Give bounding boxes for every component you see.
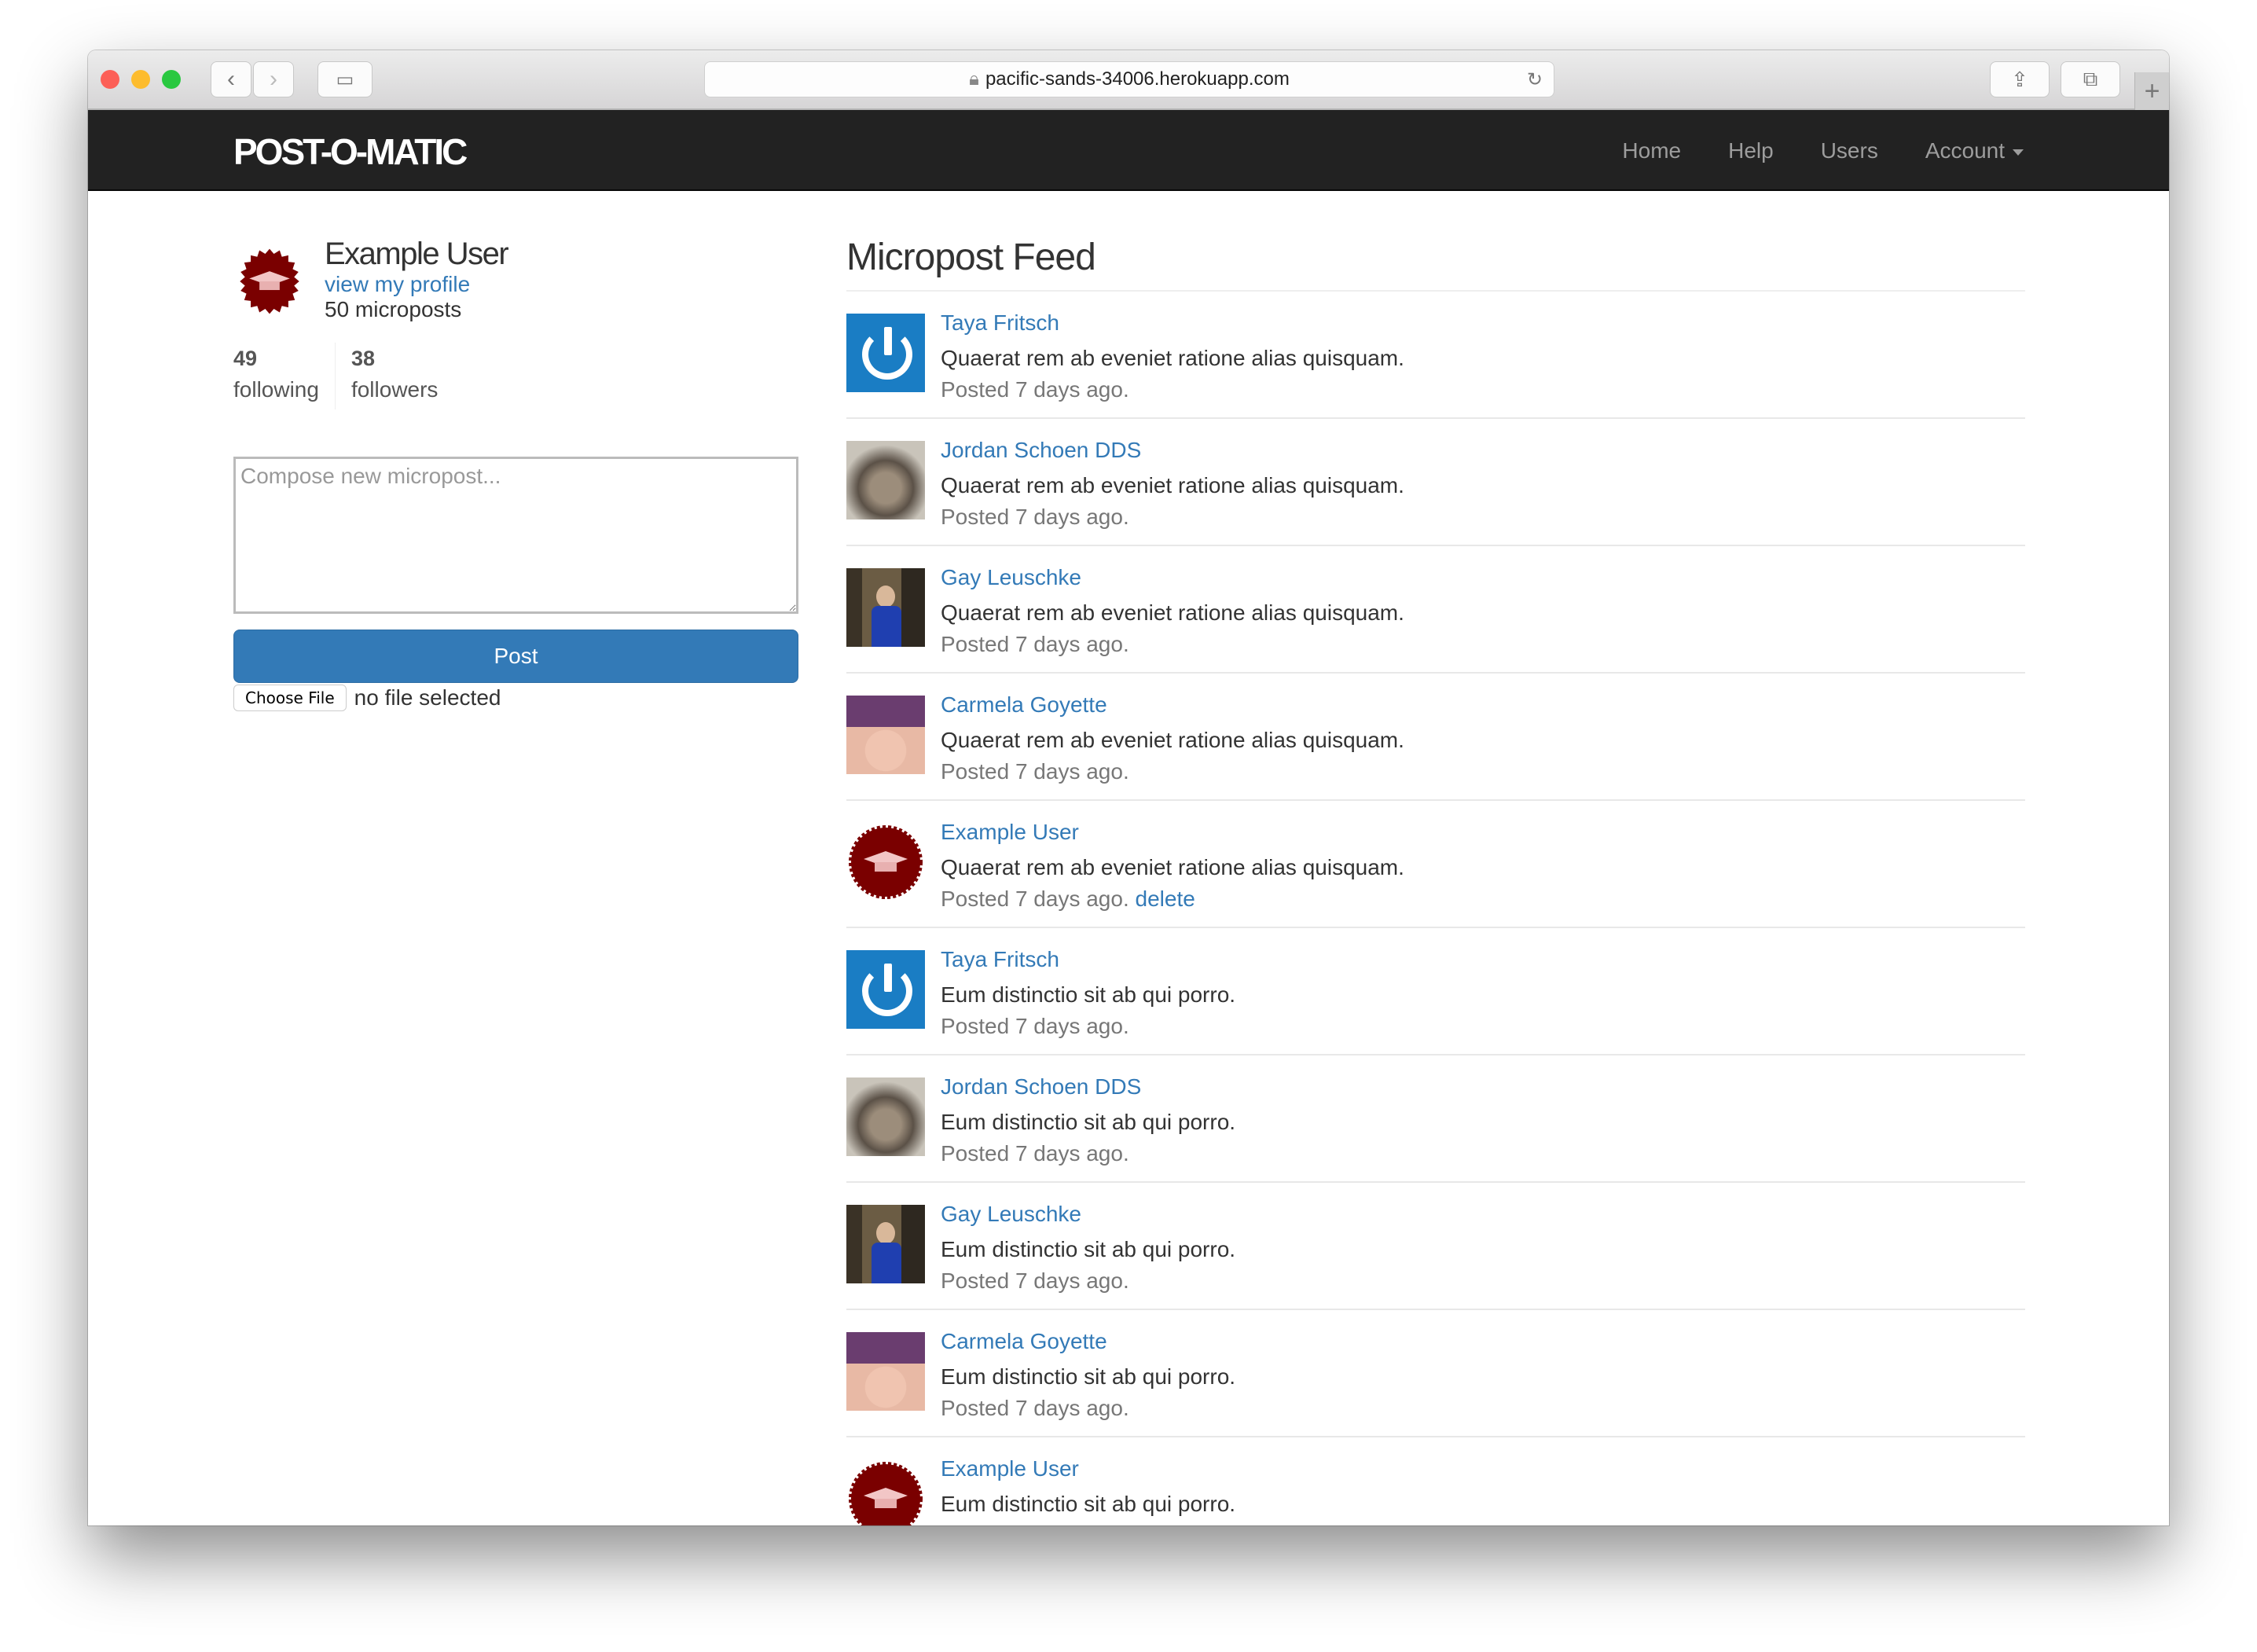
- close-window-icon[interactable]: [101, 70, 119, 89]
- following-stat[interactable]: 49 following: [233, 343, 335, 409]
- delete-link[interactable]: delete: [1136, 887, 1195, 911]
- file-status: no file selected: [354, 685, 501, 710]
- post-content: Quaerat rem ab eveniet ratione alias qui…: [941, 728, 1404, 752]
- post-content: Eum distinctio sit ab qui porro.: [941, 1492, 1236, 1516]
- choose-file-button[interactable]: Choose File: [233, 685, 347, 711]
- view-profile-link[interactable]: view my profile: [325, 272, 470, 296]
- post-content: Quaerat rem ab eveniet ratione alias qui…: [941, 346, 1404, 370]
- person-avatar[interactable]: [846, 568, 925, 647]
- minimize-window-icon[interactable]: [131, 70, 150, 89]
- caret-down-icon: [2013, 149, 2024, 156]
- cat-avatar[interactable]: [846, 441, 925, 519]
- feed-item: Taya Fritsch Eum distinctio sit ab qui p…: [846, 928, 2025, 1055]
- person-avatar[interactable]: [846, 1205, 925, 1283]
- post-content: Quaerat rem ab eveniet ratione alias qui…: [941, 473, 1404, 497]
- feed-item: Jordan Schoen DDS Eum distinctio sit ab …: [846, 1055, 2025, 1183]
- browser-window: ‹ › ▭ 🔒︎ pacific-sands-34006.herokuapp.co…: [88, 50, 2169, 1525]
- feed-item: Jordan Schoen DDS Quaerat rem ab eveniet…: [846, 419, 2025, 546]
- post-author-link[interactable]: Taya Fritsch: [941, 310, 1059, 335]
- seal-avatar[interactable]: [846, 823, 925, 901]
- reload-icon[interactable]: ↻: [1527, 68, 1543, 91]
- post-timestamp: Posted 7 days ago.: [941, 1523, 1129, 1525]
- post-content: Eum distinctio sit ab qui porro.: [941, 1237, 1236, 1261]
- power-avatar[interactable]: [846, 950, 925, 1029]
- feed-item: Carmela Goyette Eum distinctio sit ab qu…: [846, 1310, 2025, 1437]
- micropost-feed: Micropost Feed Taya Fritsch Quaerat rem …: [846, 236, 2025, 1525]
- post-timestamp: Posted 7 days ago.: [941, 377, 1129, 402]
- seal-avatar[interactable]: [846, 1459, 925, 1525]
- baby-avatar[interactable]: [846, 696, 925, 774]
- post-author-link[interactable]: Jordan Schoen DDS: [941, 1074, 1141, 1099]
- post-content: Quaerat rem ab eveniet ratione alias qui…: [941, 855, 1404, 879]
- delete-link[interactable]: delete: [1136, 1523, 1195, 1525]
- sidebar-icon[interactable]: ▭: [317, 61, 372, 97]
- post-content: Eum distinctio sit ab qui porro.: [941, 982, 1236, 1007]
- post-timestamp: Posted 7 days ago.: [941, 759, 1129, 784]
- cat-avatar[interactable]: [846, 1077, 925, 1156]
- browser-toolbar: ‹ › ▭ 🔒︎ pacific-sands-34006.herokuapp.co…: [88, 50, 2169, 110]
- post-author-link[interactable]: Carmela Goyette: [941, 1329, 1107, 1353]
- post-timestamp: Posted 7 days ago.: [941, 1396, 1129, 1420]
- post-content: Eum distinctio sit ab qui porro.: [941, 1110, 1236, 1134]
- post-timestamp: Posted 7 days ago.: [941, 505, 1129, 529]
- feed-item: Example User Eum distinctio sit ab qui p…: [846, 1437, 2025, 1525]
- followers-stat[interactable]: 38 followers: [334, 343, 453, 409]
- user-sidebar: Example User view my profile 50 micropos…: [233, 236, 798, 711]
- feed-title: Micropost Feed: [846, 236, 2025, 292]
- feed-item: Carmela Goyette Quaerat rem ab eveniet r…: [846, 674, 2025, 801]
- logo[interactable]: POST-O-MATIC: [233, 130, 468, 173]
- post-timestamp: Posted 7 days ago.: [941, 1141, 1129, 1166]
- post-timestamp: Posted 7 days ago.: [941, 887, 1129, 911]
- compose-input[interactable]: [233, 457, 798, 614]
- post-author-link[interactable]: Carmela Goyette: [941, 692, 1107, 717]
- feed-item: Gay Leuschke Quaerat rem ab eveniet rati…: [846, 546, 2025, 674]
- new-tab-icon[interactable]: +: [2134, 72, 2169, 110]
- post-author-link[interactable]: Example User: [941, 820, 1079, 844]
- micropost-count: 50 microposts: [325, 297, 462, 321]
- post-author-link[interactable]: Taya Fritsch: [941, 947, 1059, 971]
- post-timestamp: Posted 7 days ago.: [941, 632, 1129, 656]
- post-timestamp: Posted 7 days ago.: [941, 1268, 1129, 1293]
- post-content: Eum distinctio sit ab qui porro.: [941, 1364, 1236, 1389]
- nav-users[interactable]: Users: [1821, 138, 1878, 163]
- post-button[interactable]: Post: [233, 630, 798, 683]
- navbar: POST-O-MATIC Home Help Users Account: [88, 110, 2169, 191]
- post-author-link[interactable]: Gay Leuschke: [941, 1202, 1081, 1226]
- feed-item: Example User Quaerat rem ab eveniet rati…: [846, 801, 2025, 928]
- feed-item: Taya Fritsch Quaerat rem ab eveniet rati…: [846, 292, 2025, 419]
- address-bar[interactable]: 🔒︎ pacific-sands-34006.herokuapp.com ↻: [704, 61, 1554, 97]
- tabs-icon[interactable]: ⧉: [2061, 61, 2120, 97]
- share-icon[interactable]: ⇪: [1990, 61, 2050, 97]
- post-author-link[interactable]: Jordan Schoen DDS: [941, 438, 1141, 462]
- baby-avatar[interactable]: [846, 1332, 925, 1411]
- forward-icon[interactable]: ›: [253, 61, 294, 97]
- user-name: Example User: [325, 237, 509, 271]
- feed-item: Gay Leuschke Eum distinctio sit ab qui p…: [846, 1183, 2025, 1310]
- power-avatar[interactable]: [846, 314, 925, 392]
- back-icon[interactable]: ‹: [211, 61, 251, 97]
- lock-icon: 🔒︎: [969, 68, 979, 90]
- user-avatar[interactable]: [233, 245, 306, 318]
- post-author-link[interactable]: Gay Leuschke: [941, 565, 1081, 589]
- maximize-window-icon[interactable]: [162, 70, 181, 89]
- nav-help[interactable]: Help: [1728, 138, 1774, 163]
- post-content: Quaerat rem ab eveniet ratione alias qui…: [941, 600, 1404, 625]
- post-timestamp: Posted 7 days ago.: [941, 1014, 1129, 1038]
- nav-account[interactable]: Account: [1925, 138, 2024, 163]
- nav-home[interactable]: Home: [1622, 138, 1681, 163]
- post-author-link[interactable]: Example User: [941, 1456, 1079, 1481]
